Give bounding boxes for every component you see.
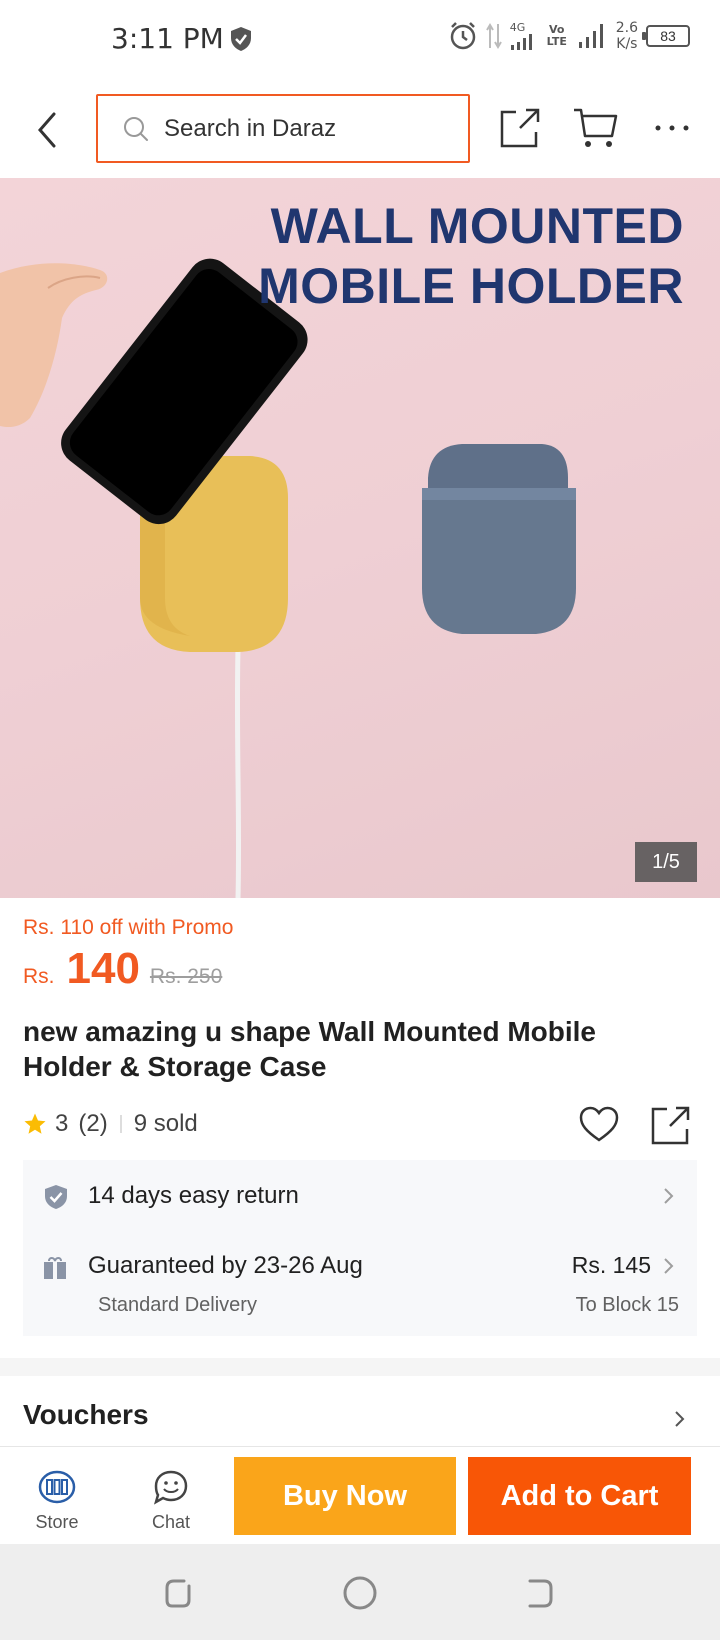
chat-label: Chat	[151, 1512, 191, 1532]
image-title: WALL MOUNTED MOBILE HOLDER	[258, 196, 684, 316]
back-arrow-icon[interactable]	[30, 110, 66, 150]
star-icon	[24, 1113, 46, 1134]
store-label: Store	[35, 1512, 79, 1532]
vouchers-row[interactable]: Vouchers	[0, 1376, 720, 1446]
vouchers-label: Vouchers	[23, 1399, 149, 1430]
shield-icon	[231, 27, 251, 51]
search-icon	[124, 116, 148, 141]
delivery-row[interactable]	[23, 1232, 697, 1336]
top-header: Search in Daraz	[0, 80, 720, 178]
speed-value: 2.6	[615, 20, 638, 36]
system-navigation-bar	[0, 1544, 720, 1640]
image-title-line1: WALL MOUNTED	[270, 198, 684, 254]
speed-unit: K/s	[616, 36, 638, 52]
rating-row[interactable]: 3 (2) 9 sold	[23, 1110, 198, 1138]
recent-apps-icon[interactable]	[162, 1576, 196, 1610]
chevron-right-icon	[664, 1258, 674, 1274]
original-price: Rs. 250	[149, 965, 223, 988]
signal-4g: 4G	[510, 22, 536, 50]
signal-bars-icon-2	[578, 24, 603, 48]
home-icon[interactable]	[342, 1575, 378, 1611]
cart-icon[interactable]	[572, 106, 618, 150]
more-options-icon[interactable]	[652, 116, 692, 140]
status-icons: 4G Vo LTE 2.6 K/s 83	[448, 20, 690, 52]
delivery-type: Standard Delivery	[98, 1294, 257, 1316]
return-policy-row[interactable]: 14 days easy return	[23, 1160, 697, 1232]
network-4g-label: 4G	[509, 21, 526, 34]
store-icon	[38, 1470, 76, 1504]
back-nav-icon[interactable]	[522, 1576, 556, 1610]
search-placeholder: Search in Daraz	[164, 114, 337, 142]
image-counter: 1/5	[635, 842, 697, 882]
delivery-fee: Rs. 145	[571, 1252, 651, 1278]
price-row: Rs. 140 Rs. 250	[23, 944, 222, 994]
package-icon	[44, 1257, 66, 1279]
return-text: 14 days easy return	[88, 1182, 299, 1209]
battery-indicator: 83	[642, 25, 690, 47]
volte-label: Vo LTE	[546, 23, 567, 48]
data-arrows-icon	[485, 23, 502, 49]
rating-count: (2)	[78, 1110, 108, 1137]
guarantee-text: Guaranteed by 23-26 Aug	[88, 1252, 363, 1279]
bottom-action-bar: Store Chat Buy Now Add to Cart	[0, 1446, 720, 1544]
search-input[interactable]: Search in Daraz	[96, 94, 470, 163]
product-image-carousel[interactable]: WALL MOUNTED MOBILE HOLDER 1/5	[0, 178, 720, 898]
net-speed: 2.6 K/s	[616, 20, 638, 52]
chat-icon	[153, 1470, 188, 1505]
price-currency: Rs.	[23, 965, 55, 988]
return-shield-icon	[45, 1185, 67, 1209]
alarm-icon	[450, 22, 475, 50]
chevron-right-icon	[664, 1188, 674, 1204]
product-title: new amazing u shape Wall Mounted Mobile …	[23, 1016, 597, 1082]
image-title-line2: MOBILE HOLDER	[258, 258, 684, 314]
rating-divider	[119, 1115, 122, 1133]
status-time: 3:11 PM	[111, 22, 224, 55]
chevron-right-icon	[675, 1411, 685, 1427]
status-bar: 3:11 PM 4G Vo LTE 2.6 K/s 83	[0, 0, 720, 80]
signal-bars-icon	[510, 34, 532, 50]
sold-count: 9 sold	[133, 1110, 198, 1137]
rating-value: 3	[55, 1110, 69, 1137]
promo-text[interactable]: Rs. 110 off with Promo	[23, 916, 233, 940]
share-product-icon[interactable]	[650, 1104, 692, 1146]
heart-icon[interactable]	[578, 1104, 620, 1146]
buy-now-button[interactable]: Buy Now	[234, 1457, 456, 1535]
price-value: 140	[66, 944, 140, 993]
delivery-area: To Block 15	[575, 1294, 679, 1316]
delivery-panel: 14 days easy return Guaranteed by 23-26 …	[23, 1160, 697, 1336]
store-button[interactable]: Store	[20, 1447, 94, 1545]
add-to-cart-button[interactable]: Add to Cart	[468, 1457, 691, 1535]
share-icon[interactable]	[498, 106, 542, 150]
section-divider	[0, 1358, 720, 1376]
chat-button[interactable]: Chat	[134, 1447, 208, 1545]
